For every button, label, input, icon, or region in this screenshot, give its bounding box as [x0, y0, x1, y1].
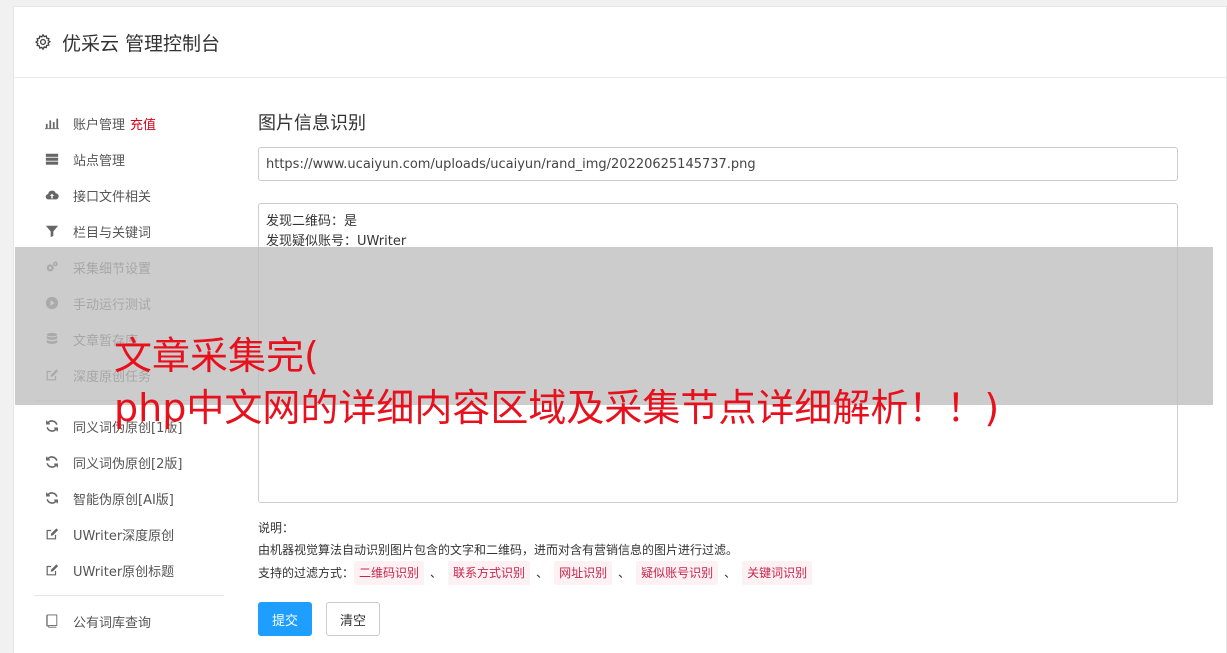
sidebar-item[interactable]: 同义词伪原创[2版] [14, 444, 224, 480]
sidebar-item-label: 栏目与关键词 [73, 225, 152, 241]
image-url-input[interactable] [258, 147, 1178, 181]
filter-tag: 二维码识别 [354, 561, 425, 585]
overlay-line-2: php中文网的详细内容区域及采集节点详细解析！！) [114, 386, 1000, 430]
filter-label: 支持的过滤方式： [258, 566, 355, 580]
edit-icon [44, 562, 60, 578]
sidebar-item-label: UWriter深度原创 [73, 528, 175, 544]
header: 优采云 管理控制台 [14, 7, 1226, 78]
gear-icon [34, 33, 52, 51]
tag-separator: 、 [536, 566, 549, 580]
sidebar-item-label: 接口文件相关 [73, 189, 152, 205]
filter-tag: 疑似账号识别 [636, 561, 719, 585]
sidebar-item[interactable]: 接口文件相关 [14, 177, 224, 213]
page-title: 优采云 管理控制台 [62, 32, 221, 55]
tag-separator: 、 [724, 566, 737, 580]
filter-tag: 关键词识别 [742, 561, 813, 585]
refresh-icon [44, 490, 60, 506]
sidebar-item-label: 站点管理 [73, 153, 126, 169]
desc-label: 说明： [258, 521, 295, 535]
sidebar-item-label: 账户管理 [73, 117, 126, 133]
recharge-link[interactable]: 充值 [130, 114, 156, 133]
clear-button[interactable]: 清空 [326, 602, 380, 636]
bar-chart-icon [44, 115, 60, 131]
desc-text: 由机器视觉算法自动识别图片包含的文字和二维码，进而对含有营销信息的图片进行过滤。 [258, 543, 739, 557]
sidebar-item[interactable]: 站点管理 [14, 141, 224, 177]
sidebar-item-label: 同义词伪原创[2版] [73, 456, 183, 472]
sidebar-item-label: UWriter原创标题 [73, 564, 175, 580]
result-line: 发现二维码：是 [266, 214, 358, 229]
sidebar-item[interactable]: 智能伪原创[AI版] [14, 480, 224, 516]
refresh-icon [44, 454, 60, 470]
filter-tag: 联系方式识别 [448, 561, 531, 585]
edit-icon [44, 526, 60, 542]
sidebar-divider [34, 595, 224, 596]
sidebar-item[interactable]: UWriter深度原创 [14, 516, 224, 552]
submit-button[interactable]: 提交 [258, 602, 312, 636]
description: 说明： 由机器视觉算法自动识别图片包含的文字和二维码，进而对含有营销信息的图片进… [258, 517, 813, 585]
sidebar-item-label: 智能伪原创[AI版] [73, 492, 174, 508]
tag-separator: 、 [430, 566, 443, 580]
tag-separator: 、 [618, 566, 631, 580]
server-icon [44, 151, 60, 167]
section-title: 图片信息识别 [258, 113, 366, 134]
filter-tags: 二维码识别、联系方式识别、网址识别、疑似账号识别、关键词识别 [354, 561, 813, 585]
book-icon [44, 613, 60, 629]
overlay-caption: 文章采集完( php中文网的详细内容区域及采集节点详细解析！！) [114, 330, 999, 434]
sidebar-item[interactable]: UWriter原创标题 [14, 552, 224, 588]
sidebar-item-label: 公有词库查询 [73, 615, 152, 631]
cloud-upload-icon [44, 187, 60, 203]
sidebar-item[interactable]: 栏目与关键词 [14, 213, 224, 249]
refresh-icon [44, 418, 60, 434]
sidebar-item[interactable]: 账户管理 充值 [14, 105, 224, 141]
overlay-line-1: 文章采集完( [114, 334, 319, 378]
sidebar-item[interactable]: 公有词库查询 [14, 603, 224, 639]
filter-methods: 支持的过滤方式： 二维码识别、联系方式识别、网址识别、疑似账号识别、关键词识别 [258, 561, 813, 585]
filter-icon [44, 223, 60, 239]
filter-tag: 网址识别 [554, 561, 613, 585]
